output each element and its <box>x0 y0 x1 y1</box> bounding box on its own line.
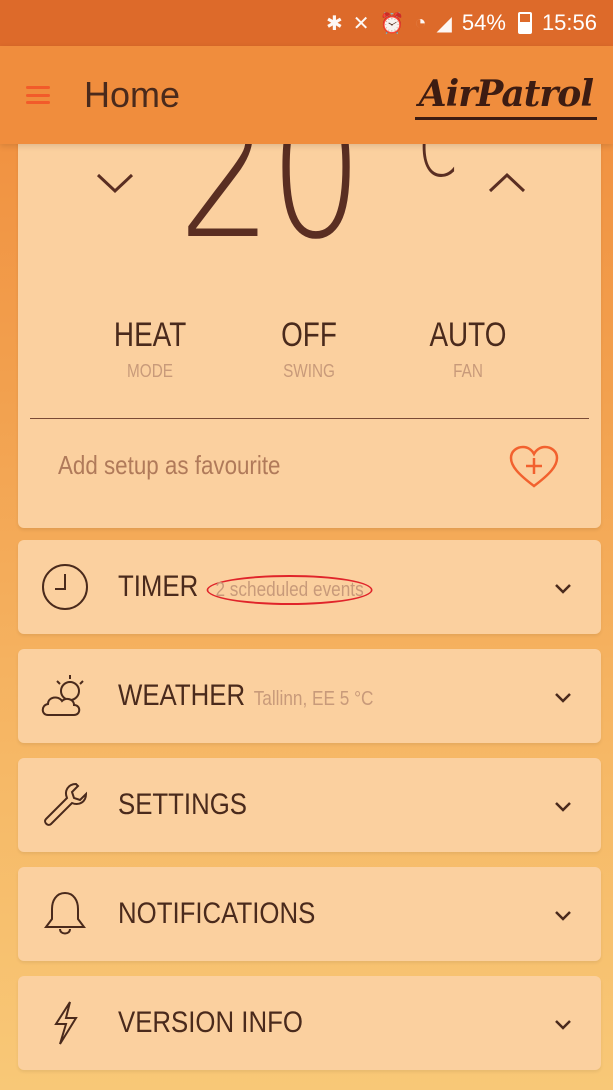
chevron-down-icon <box>555 693 571 703</box>
divider <box>30 418 589 419</box>
fan-label: FAN <box>453 361 483 381</box>
swing-value: OFF <box>281 316 337 354</box>
timer-label: TIMER <box>118 570 199 603</box>
wifi-icon: ◔ <box>414 11 427 34</box>
notifications-title: NOTIFICATIONS <box>118 897 316 930</box>
favourite-text: Add setup as favourite <box>58 450 281 480</box>
timer-title: TIMER 2 scheduled events <box>118 570 373 605</box>
clock-icon <box>42 564 88 610</box>
status-bar: ✱ ✕ ⏰ ◔ ◢ 54% 15:56 <box>0 0 613 46</box>
weather-row[interactable]: WEATHER Tallinn, EE 5 °C <box>18 649 601 743</box>
swing-selector[interactable]: OFF SWING <box>229 316 389 382</box>
clock-time: 15:56 <box>541 10 597 35</box>
brand-logo: AirPatrol <box>377 66 597 126</box>
app-bar: Home AirPatrol <box>0 46 613 144</box>
swing-label: SWING <box>283 361 335 381</box>
alarm-icon: ⏰ <box>379 12 405 35</box>
chevron-down-icon <box>555 911 571 921</box>
fan-selector[interactable]: AUTO FAN <box>388 316 548 382</box>
mute-icon: ✕ <box>352 12 370 35</box>
weather-icon <box>41 675 84 716</box>
weather-subtitle: Tallinn, EE 5 °C <box>253 688 374 710</box>
settings-title: SETTINGS <box>118 788 248 821</box>
bell-icon <box>44 891 86 935</box>
add-favourite-heart-icon[interactable] <box>508 444 560 490</box>
timer-subtitle: 2 scheduled events <box>206 575 373 605</box>
weather-label: WEATHER <box>118 679 246 712</box>
chevron-down-icon <box>555 802 571 812</box>
favourite-row: Add setup as favourite <box>18 420 601 510</box>
fan-value: AUTO <box>429 316 507 354</box>
battery-percent: 54% <box>461 10 506 35</box>
weather-title: WEATHER Tallinn, EE 5 °C <box>118 679 373 713</box>
settings-row[interactable]: SETTINGS <box>18 758 601 852</box>
mode-label: MODE <box>127 361 173 381</box>
battery-icon <box>517 12 532 34</box>
timer-row[interactable]: TIMER 2 scheduled events <box>18 540 601 634</box>
wrench-icon <box>44 782 88 826</box>
menu-icon[interactable] <box>26 86 50 104</box>
signal-icon: ◢ <box>436 12 452 35</box>
temperature-control: 20 °C <box>18 60 601 290</box>
temperature-up-button[interactable] <box>482 158 532 208</box>
mode-selector[interactable]: HEAT MODE <box>70 316 230 382</box>
temperature-down-button[interactable] <box>90 158 140 208</box>
page-title: Home <box>84 74 181 115</box>
version-info-row[interactable]: VERSION INFO <box>18 976 601 1070</box>
mode-value: HEAT <box>113 316 187 354</box>
bluetooth-icon: ✱ <box>325 12 343 35</box>
thermostat-card: 20 °C HEAT MODE OFF SWING AUTO FAN Add s… <box>18 60 601 528</box>
brand-logo-text: AirPatrol <box>414 73 597 120</box>
chevron-down-icon <box>555 584 571 594</box>
lightning-icon <box>54 1001 78 1045</box>
chevron-down-icon <box>555 1020 571 1030</box>
version-info-title: VERSION INFO <box>118 1006 303 1039</box>
notifications-row[interactable]: NOTIFICATIONS <box>18 867 601 961</box>
mode-row: HEAT MODE OFF SWING AUTO FAN <box>18 316 601 396</box>
